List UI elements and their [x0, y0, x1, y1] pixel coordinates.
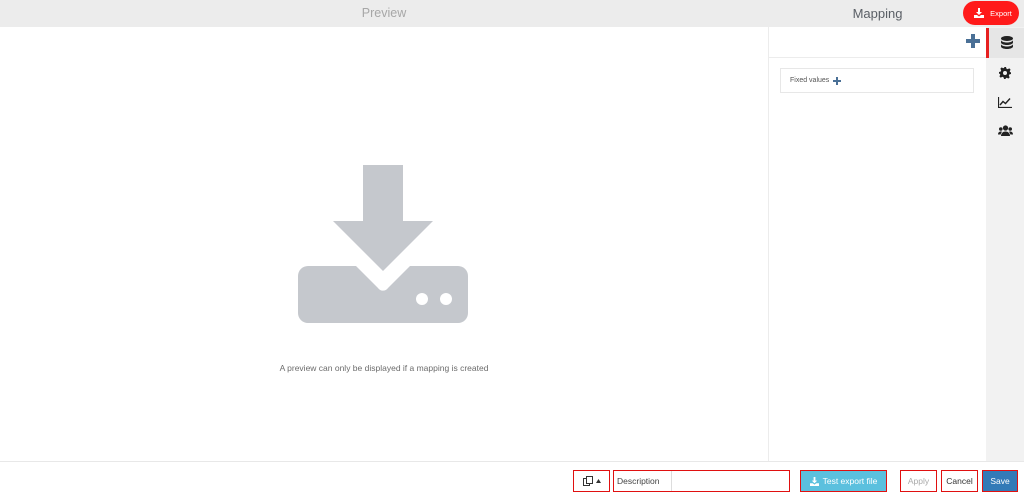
test-export-file-button[interactable]: Test export file: [800, 470, 887, 492]
mapping-divider: [769, 57, 987, 58]
users-icon: [997, 125, 1013, 136]
line-chart-icon: [998, 96, 1012, 108]
download-icon: [809, 476, 819, 486]
save-button[interactable]: Save: [982, 470, 1018, 492]
fixed-values-label: Fixed values: [790, 77, 830, 84]
right-sidebar: [986, 27, 1024, 461]
sidebar-item-users[interactable]: [986, 116, 1024, 146]
description-group: Description: [613, 470, 790, 492]
description-input[interactable]: [672, 471, 789, 491]
caret-up-icon: [595, 479, 601, 483]
export-label: Export: [990, 8, 1012, 18]
description-label: Description: [614, 471, 672, 491]
add-fixed-value-icon[interactable]: [833, 76, 842, 85]
preview-pane: A preview can only be displayed if a map…: [0, 27, 768, 461]
footer-toolbar: Description Test export file Apply Cance…: [0, 461, 1024, 496]
test-export-file-label: Test export file: [822, 476, 878, 486]
mapping-title: Mapping: [852, 6, 903, 21]
cancel-button[interactable]: Cancel: [941, 470, 978, 492]
download-icon: [972, 6, 986, 20]
gear-icon: [999, 67, 1011, 79]
apply-button[interactable]: Apply: [900, 470, 937, 492]
mapping-pane: Fixed values: [768, 27, 987, 461]
top-bar: Preview Mapping Export: [0, 0, 1024, 27]
preview-title: Preview: [361, 6, 407, 20]
fixed-values-row: Fixed values: [780, 68, 974, 93]
plus-icon[interactable]: [966, 34, 980, 48]
copy-icon: [582, 476, 593, 486]
sidebar-item-statistics[interactable]: [986, 87, 1024, 117]
download-tray-icon: [298, 165, 468, 323]
export-button[interactable]: Export: [963, 1, 1019, 25]
export-mapping-window: Preview Mapping Export A preview can onl…: [0, 0, 1024, 496]
preview-empty-message: A preview can only be displayed if a map…: [279, 363, 489, 373]
sidebar-item-settings[interactable]: [986, 58, 1024, 88]
copy-dropdown-button[interactable]: [573, 470, 610, 492]
database-icon: [1000, 36, 1013, 49]
sidebar-item-database[interactable]: [986, 28, 1024, 58]
